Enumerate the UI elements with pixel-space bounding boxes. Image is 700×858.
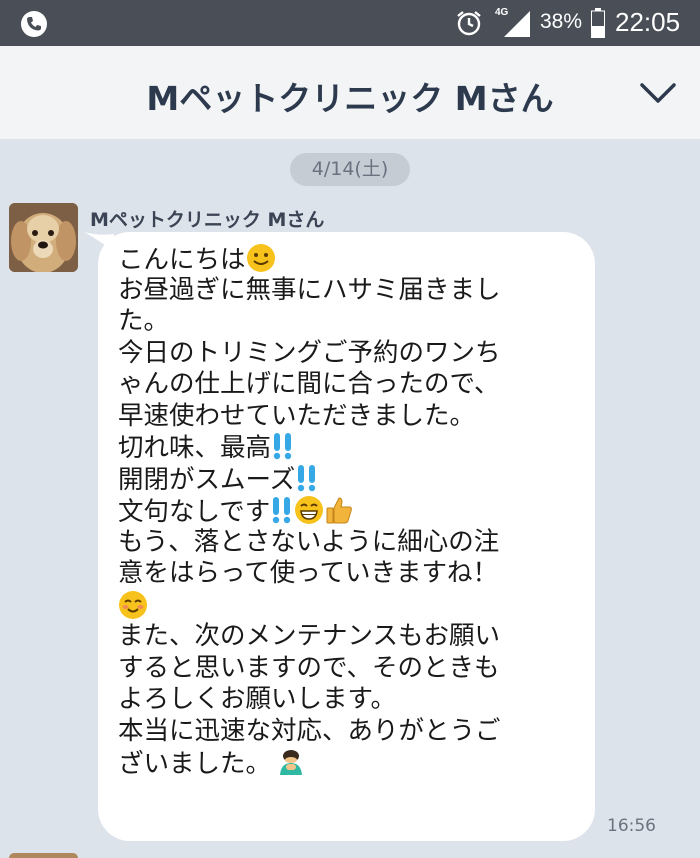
battery-icon (591, 8, 605, 38)
thumbs-up-emoji-icon (326, 497, 353, 524)
alarm-clock-icon (457, 11, 481, 36)
chevron-down-icon[interactable] (638, 76, 678, 110)
blushing-smile-emoji-icon (119, 590, 147, 619)
chat-title: Mペットクリニック Mさん (146, 79, 554, 118)
message-text: こんにちは お昼過ぎに無事にハサミ届きまし た。 今日のトリミングご予約のワンち… (118, 243, 588, 779)
message-line: また、次のメンテナンスもお願い (118, 621, 500, 651)
double-exclamation-emoji-icon (273, 433, 292, 460)
battery-percent: 38% (540, 10, 583, 33)
message-line: 今日のトリミングご予約のワンち (118, 337, 501, 368)
message-line: た。 (118, 306, 170, 336)
message-line: 本当に迅速な対応、ありがとうご (118, 715, 501, 746)
message-line: ざいました。 (118, 747, 588, 779)
message-line: もう、落とさないように細心の注 (118, 526, 500, 557)
status-clock: 22:05 (615, 7, 681, 37)
cell-signal-icon (504, 11, 530, 37)
message-timestamp: 16:56 (607, 816, 656, 836)
smiling-face-emoji-icon (246, 244, 275, 272)
message-line: 意をはらって使っていきますね！ (118, 558, 498, 588)
message-line: ゃんの仕上げに間に合ったので、 (118, 369, 500, 399)
next-avatar-peek (9, 853, 78, 858)
status-bar: 4G 38% 22:05 (0, 0, 700, 46)
dog-avatar-image (9, 203, 78, 272)
message-line: 開閉がスムーズ (118, 464, 588, 496)
message-line: 早速使わせていただきました。 (118, 400, 476, 431)
message-line: 切れ味、最高 (118, 432, 588, 464)
message-line: すると思いますので、そのときも (118, 652, 500, 683)
phone-call-icon (21, 11, 47, 37)
chat-header: Mペットクリニック Mさん (0, 46, 700, 139)
bowing-person-emoji-icon (280, 750, 303, 775)
message-line: こんにちは (118, 243, 588, 275)
message-line (118, 590, 588, 622)
message-line: よろしくお願いします。 (118, 684, 396, 714)
grinning-face-emoji-icon (295, 496, 324, 524)
double-exclamation-emoji-icon (298, 464, 316, 491)
avatar[interactable] (9, 203, 78, 272)
message-line: お昼過ぎに無事にハサミ届きまし (118, 274, 501, 305)
double-exclamation-emoji-icon (273, 497, 291, 524)
sender-name: Mペットクリニック Mさん (90, 209, 325, 231)
message-line: 文句なしです (118, 495, 588, 527)
date-separator: 4/14(土) (290, 153, 410, 186)
